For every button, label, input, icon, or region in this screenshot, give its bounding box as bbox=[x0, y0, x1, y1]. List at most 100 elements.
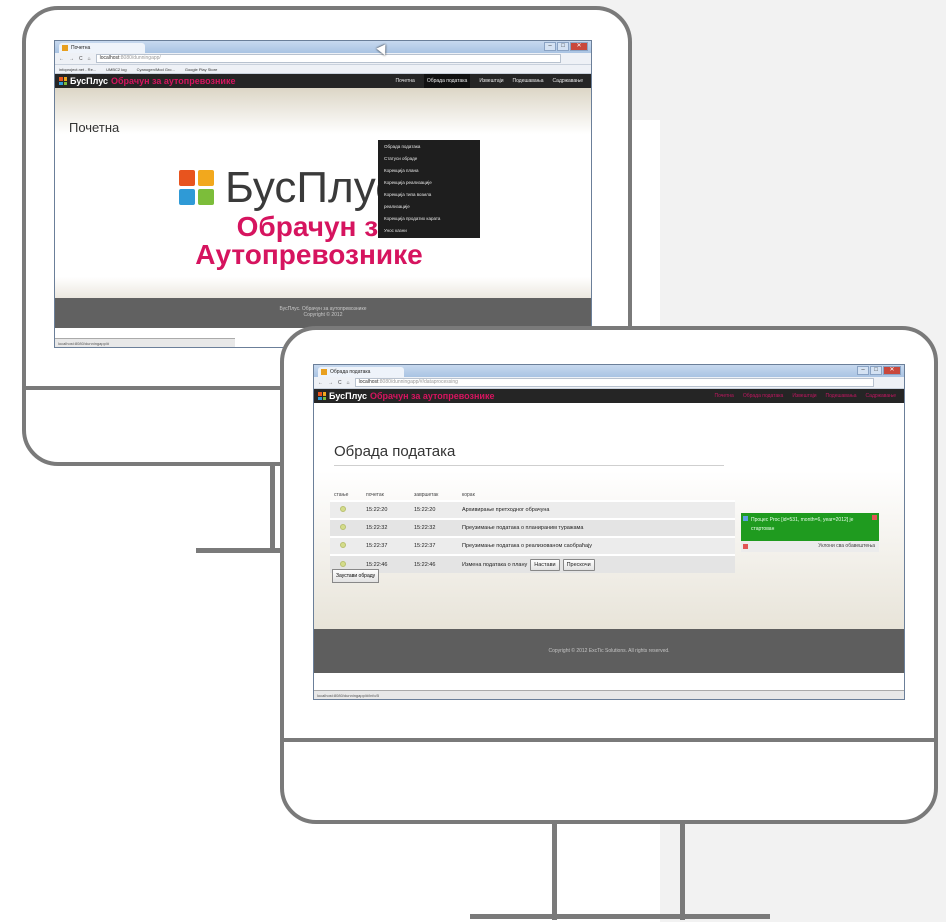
table-row: 15:22:37 15:22:37 Преузимање података о … bbox=[330, 536, 735, 555]
back-icon[interactable]: ← bbox=[318, 380, 323, 386]
title-bar: Обрада података – □ ✕ bbox=[314, 365, 904, 377]
monitor-front-stand-base bbox=[470, 914, 770, 919]
nav-item-reports[interactable]: Извештаји bbox=[792, 389, 816, 403]
bookmark-item[interactable]: infoproject.net - Re... bbox=[59, 65, 96, 73]
url-input[interactable]: localhost:8080/dunningapp/ bbox=[95, 54, 561, 63]
app-header: БусПлус Обрачун за аутопревознике Почетн… bbox=[314, 389, 904, 403]
stop-processing-button[interactable]: Заустави обраду bbox=[332, 569, 380, 583]
maximize-icon[interactable]: □ bbox=[870, 366, 882, 375]
divider bbox=[334, 465, 724, 466]
table-header: стање почетак завршетак корак bbox=[330, 489, 735, 501]
table-row: 15:22:32 15:22:32 Преузимање података о … bbox=[330, 518, 735, 537]
address-bar: ← → C ⌂ localhost:8080/dunningapp/#/data… bbox=[314, 377, 904, 389]
browser-window-home: Почетна – □ ✕ ← → C ⌂ localhost:8080/dunni… bbox=[54, 40, 592, 348]
window-controls: – □ ✕ bbox=[857, 366, 901, 375]
home-page: Почетна БусПлус Обрачун за Аутопревозник… bbox=[55, 88, 591, 298]
window-controls: – □ ✕ bbox=[544, 42, 588, 51]
home-icon[interactable]: ⌂ bbox=[88, 56, 91, 62]
nav-item-contents[interactable]: Садржавање bbox=[866, 389, 897, 403]
nav-item-settings[interactable]: Подешавања bbox=[513, 74, 544, 88]
column-header: завршетак bbox=[414, 491, 439, 498]
column-header: стање bbox=[334, 491, 349, 498]
bookmark-item[interactable]: Google Play Store bbox=[185, 65, 217, 73]
clear-icon[interactable] bbox=[743, 544, 748, 549]
nav-item-home[interactable]: Почетна bbox=[715, 389, 734, 403]
logo-icon bbox=[59, 77, 67, 85]
app-header: БусПлус Обрачун за аутопревознике Почетн… bbox=[55, 74, 591, 88]
nav-item-contents[interactable]: Садржавање bbox=[553, 74, 584, 88]
main-nav: Почетна Обрада података Извештаји Подеша… bbox=[396, 74, 583, 88]
monitor-front-stand-right bbox=[680, 824, 685, 920]
app-subtitle: Обрачун за аутопревознике bbox=[111, 76, 236, 86]
menu-item[interactable]: Корекција продатих карата bbox=[378, 213, 480, 225]
bookmark-item[interactable]: Cyanogen/Mod Gro... bbox=[137, 65, 175, 73]
close-icon[interactable]: ✕ bbox=[570, 42, 588, 51]
page-footer: БусПлус. Обрачун за аутопревознике Copyr… bbox=[55, 298, 591, 328]
page-footer: Copyright © 2012 ExcTic Solutions. All r… bbox=[314, 629, 904, 673]
status-indicator-icon bbox=[340, 560, 346, 567]
nav-item-processing[interactable]: Обрада података bbox=[423, 74, 471, 88]
menu-item[interactable]: Статуси обраде bbox=[378, 153, 480, 165]
maximize-icon[interactable]: □ bbox=[557, 42, 569, 51]
forward-icon[interactable]: → bbox=[328, 380, 333, 386]
status-indicator-icon bbox=[340, 506, 346, 512]
brand-name: БусПлус bbox=[225, 163, 398, 212]
reload-icon[interactable]: C bbox=[79, 56, 83, 62]
continue-button[interactable]: Настави bbox=[530, 558, 560, 571]
monitor-back-stand-base bbox=[196, 548, 284, 553]
notification-text: Процес Proc [id=531, month=6, year=2012]… bbox=[751, 517, 854, 532]
minimize-icon[interactable]: – bbox=[544, 42, 556, 51]
brand-tagline-2: Аутопревознике bbox=[195, 239, 423, 270]
menu-item[interactable]: реализације bbox=[378, 201, 480, 213]
back-icon[interactable]: ← bbox=[59, 56, 64, 62]
reload-icon[interactable]: C bbox=[338, 380, 342, 386]
status-indicator-icon bbox=[340, 542, 346, 548]
home-icon[interactable]: ⌂ bbox=[347, 380, 350, 386]
brand-tagline-1: Обрачун за bbox=[236, 211, 394, 242]
main-nav: Почетна Обрада података Извештаји Подеша… bbox=[715, 389, 896, 403]
app-name: БусПлус bbox=[70, 76, 108, 86]
status-indicator-icon bbox=[340, 524, 346, 530]
processing-dropdown-menu: Обрада података Статуси обраде Корекција… bbox=[378, 140, 480, 238]
url-input[interactable]: localhost:8080/dunningapp/#/dataprocessi… bbox=[354, 378, 874, 387]
notification-toast: Процес Proc [id=531, month=6, year=2012]… bbox=[741, 513, 879, 541]
menu-item[interactable]: Корекција реализације bbox=[378, 177, 480, 189]
minimize-icon[interactable]: – bbox=[857, 366, 869, 375]
tab-title: Почетна bbox=[71, 45, 91, 51]
nav-item-settings[interactable]: Подешавања bbox=[826, 389, 857, 403]
info-icon bbox=[743, 516, 748, 521]
close-icon[interactable]: ✕ bbox=[883, 366, 901, 375]
column-header: почетак bbox=[366, 491, 384, 498]
skip-button[interactable]: Прескочи bbox=[562, 558, 595, 571]
bookmarks-bar: infoproject.net - Re... UMBC2 log Cyanog… bbox=[55, 65, 591, 74]
bookmark-item[interactable]: UMBC2 log bbox=[106, 65, 126, 73]
nav-item-reports[interactable]: Извештаји bbox=[479, 74, 503, 88]
address-bar: ← → C ⌂ localhost:8080/dunningapp/ bbox=[55, 53, 591, 65]
forward-icon[interactable]: → bbox=[69, 56, 74, 62]
menu-item[interactable]: Унос казни bbox=[378, 225, 480, 237]
table-row: 15:22:46 15:22:46 Измена података о план… bbox=[330, 554, 735, 573]
menu-item[interactable]: Корекција плана bbox=[378, 165, 480, 177]
processing-page: Обрада података стање почетак завршетак … bbox=[314, 403, 904, 629]
column-header: корак bbox=[462, 491, 475, 498]
favicon-icon bbox=[62, 45, 68, 51]
clear-notifications-link[interactable]: Уклони сва обавештења bbox=[818, 543, 875, 549]
nav-item-processing[interactable]: Обрада података bbox=[743, 389, 783, 403]
app-subtitle: Обрачун за аутопревознике bbox=[370, 391, 495, 401]
logo-icon bbox=[179, 170, 215, 206]
browser-tab[interactable]: Обрада података bbox=[318, 367, 404, 377]
processing-steps-table: стање почетак завршетак корак 15:22:20 1… bbox=[330, 489, 735, 573]
monitor-front-stand-left bbox=[552, 824, 557, 920]
app-name: БусПлус bbox=[329, 391, 367, 401]
menu-item[interactable]: Корекција типа возила bbox=[378, 189, 480, 201]
nav-item-home[interactable]: Почетна bbox=[396, 74, 415, 88]
table-row: 15:22:20 15:22:20 Архивирање претходног … bbox=[330, 500, 735, 519]
favicon-icon bbox=[321, 369, 327, 375]
browser-tab[interactable]: Почетна bbox=[59, 43, 145, 53]
monitor-back-stand bbox=[270, 466, 275, 552]
monitor-chin-line bbox=[284, 738, 934, 742]
menu-item[interactable]: Обрада података bbox=[378, 141, 480, 153]
close-icon[interactable] bbox=[872, 515, 877, 520]
clear-notifications-row[interactable]: Уклони сва обавештења bbox=[741, 541, 879, 552]
page-title: Почетна bbox=[69, 120, 120, 135]
